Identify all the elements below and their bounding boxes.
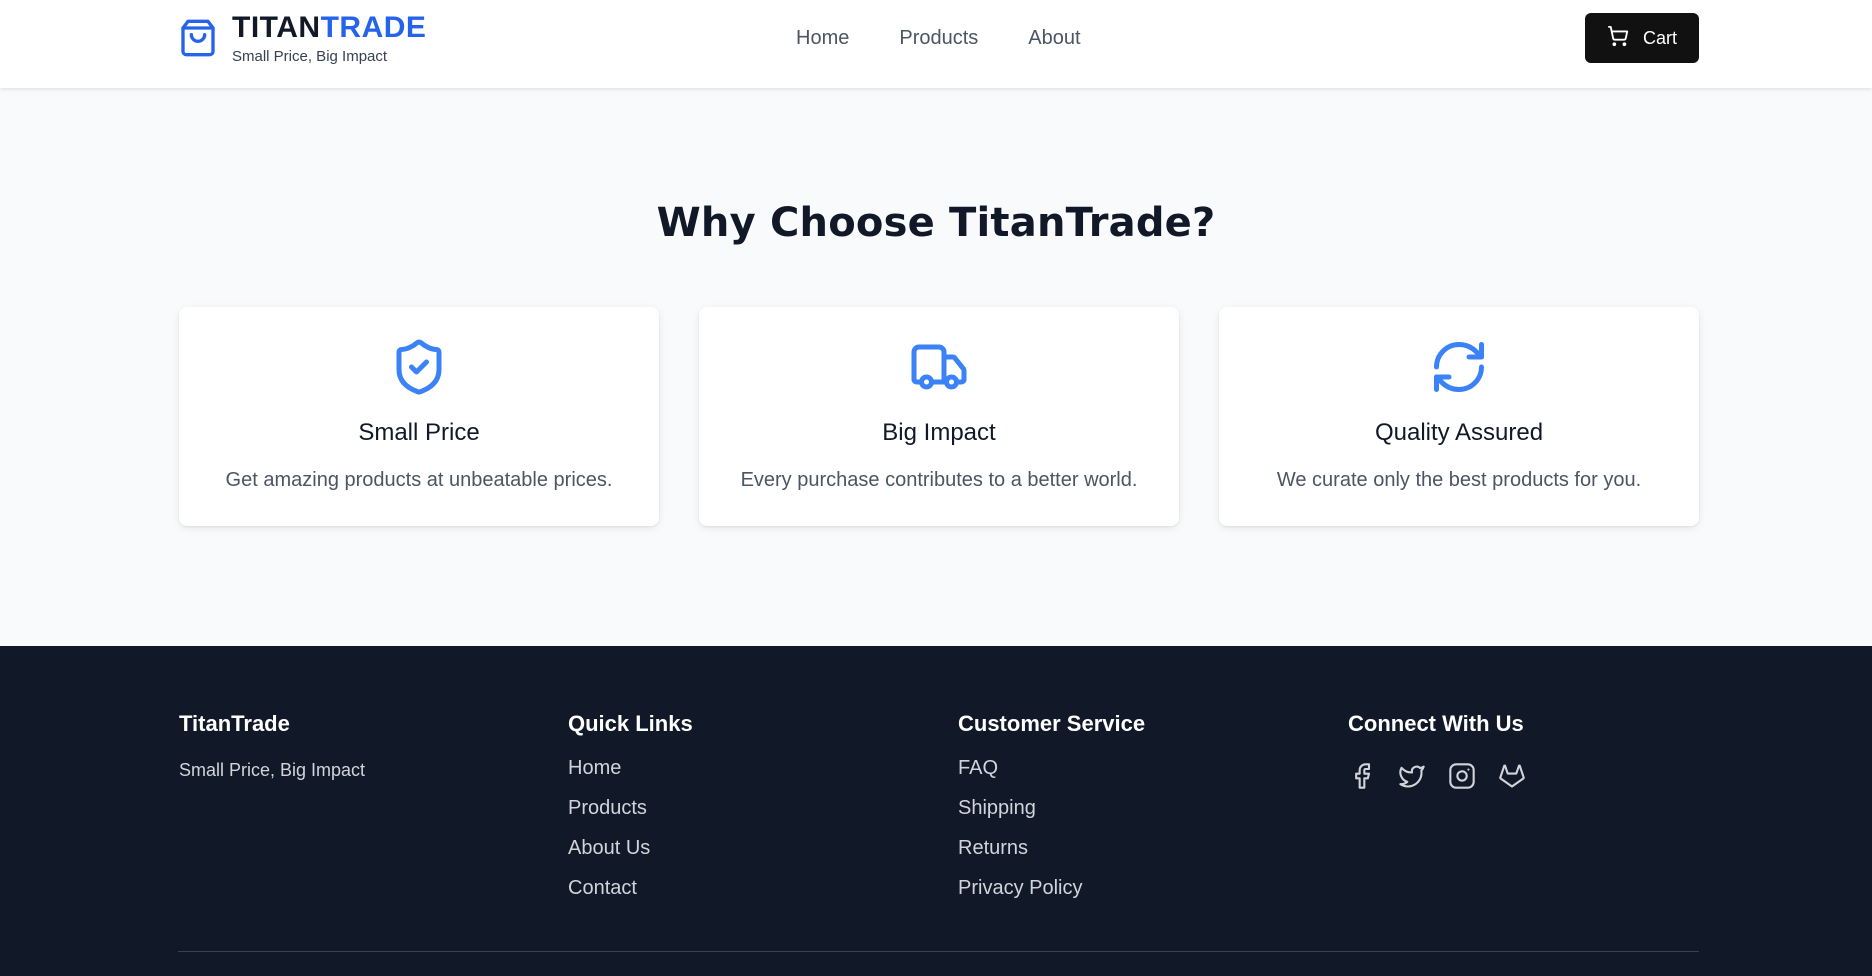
footer-brand-title: TitanTrade bbox=[179, 711, 290, 736]
footer-link-returns[interactable]: Returns bbox=[958, 837, 1028, 859]
list-item: FAQ bbox=[958, 756, 1145, 780]
brand-name-part2: TRADE bbox=[320, 11, 427, 44]
footer-link-home[interactable]: Home bbox=[568, 757, 621, 779]
shield-check-icon bbox=[389, 337, 449, 397]
list-item: Returns bbox=[958, 836, 1145, 860]
footer-customer-service-title: Customer Service bbox=[958, 711, 1146, 736]
brand-name-part1: TITAN bbox=[232, 11, 321, 44]
section-title: Why Choose TitanTrade? bbox=[656, 200, 1216, 246]
facebook-icon[interactable] bbox=[1348, 762, 1376, 790]
main-nav: Home Products About bbox=[796, 24, 1081, 52]
footer-quick-links-title: Quick Links bbox=[568, 711, 693, 736]
shopping-cart-icon bbox=[1607, 25, 1629, 52]
nav-about[interactable]: About bbox=[1028, 24, 1080, 52]
feature-card-big-impact: Big Impact Every purchase contributes to… bbox=[699, 307, 1179, 526]
footer-connect: Connect With Us bbox=[1348, 710, 1526, 790]
feature-title: Big Impact bbox=[882, 419, 996, 446]
brand-name: TITANTRADE bbox=[232, 12, 426, 44]
site-footer: TitanTrade Small Price, Big Impact Quick… bbox=[0, 646, 1872, 976]
footer-link-about-us[interactable]: About Us bbox=[568, 837, 650, 859]
list-item: Home bbox=[568, 756, 693, 780]
list-item: Contact bbox=[568, 876, 693, 900]
feature-description: We curate only the best products for you… bbox=[1276, 469, 1642, 491]
footer-link-contact[interactable]: Contact bbox=[568, 877, 637, 899]
feature-card-small-price: Small Price Get amazing products at unbe… bbox=[179, 307, 659, 526]
list-item: About Us bbox=[568, 836, 693, 860]
footer-link-faq[interactable]: FAQ bbox=[958, 757, 998, 779]
feature-title: Quality Assured bbox=[1374, 419, 1544, 446]
feature-description: Get amazing products at unbeatable price… bbox=[225, 469, 613, 491]
list-item: Products bbox=[568, 796, 693, 820]
nav-products[interactable]: Products bbox=[899, 24, 978, 52]
footer-divider bbox=[178, 951, 1699, 952]
footer-link-shipping[interactable]: Shipping bbox=[958, 797, 1036, 819]
feature-card-quality-assured: Quality Assured We curate only the best … bbox=[1219, 307, 1699, 526]
twitter-icon[interactable] bbox=[1398, 762, 1426, 790]
list-item: Privacy Policy bbox=[958, 876, 1145, 900]
refresh-icon bbox=[1429, 337, 1489, 397]
footer-connect-title: Connect With Us bbox=[1348, 711, 1524, 736]
shopping-bag-icon bbox=[178, 16, 218, 60]
logo-text: TITANTRADE Small Price, Big Impact bbox=[232, 12, 426, 66]
footer-quick-links: Quick Links Home Products About Us Conta… bbox=[568, 710, 693, 916]
social-links bbox=[1348, 762, 1526, 790]
footer-customer-service: Customer Service FAQ Shipping Returns Pr… bbox=[958, 710, 1145, 916]
quick-links-list: Home Products About Us Contact bbox=[568, 756, 693, 900]
truck-icon bbox=[909, 337, 969, 397]
customer-service-list: FAQ Shipping Returns Privacy Policy bbox=[958, 756, 1145, 900]
cart-button[interactable]: Cart bbox=[1585, 13, 1699, 63]
footer-brand-tagline: Small Price, Big Impact bbox=[179, 760, 366, 780]
footer-link-privacy-policy[interactable]: Privacy Policy bbox=[958, 877, 1082, 899]
feature-title: Small Price bbox=[358, 419, 480, 446]
logo-link[interactable]: TITANTRADE Small Price, Big Impact bbox=[178, 12, 426, 65]
instagram-icon[interactable] bbox=[1448, 762, 1476, 790]
brand-tagline: Small Price, Big Impact bbox=[232, 48, 388, 65]
footer-brand-column: TitanTrade Small Price, Big Impact bbox=[179, 710, 365, 781]
footer-link-products[interactable]: Products bbox=[568, 797, 647, 819]
site-header: TITANTRADE Small Price, Big Impact Home … bbox=[0, 0, 1872, 88]
feature-description: Every purchase contributes to a better w… bbox=[740, 469, 1138, 491]
cart-label: Cart bbox=[1642, 27, 1677, 48]
list-item: Shipping bbox=[958, 796, 1145, 820]
nav-home[interactable]: Home bbox=[796, 24, 849, 52]
gitlab-icon[interactable] bbox=[1498, 762, 1526, 790]
